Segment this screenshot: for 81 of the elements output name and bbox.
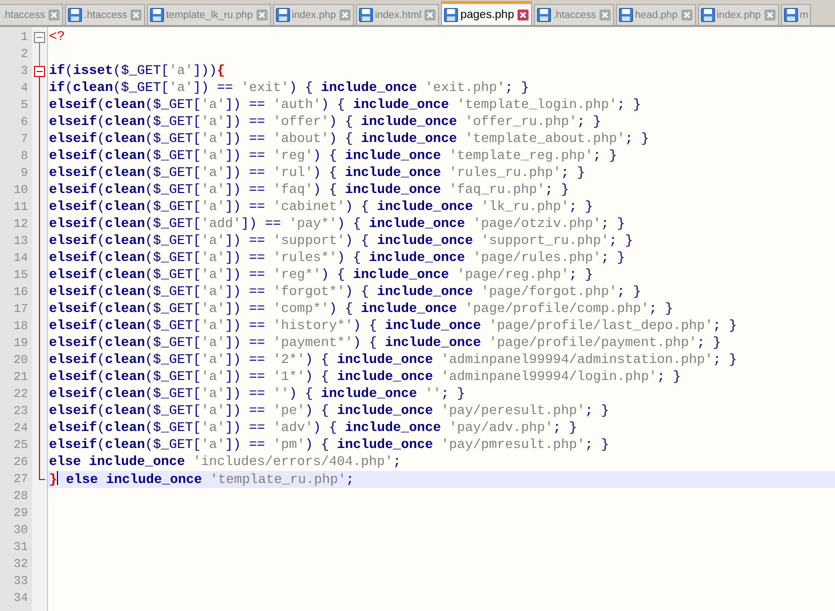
code-line: elseif(clean($_GET['a']) == 'payment*') { include_once 'page/profile/payment.php'; }: [49, 335, 721, 352]
line-number: 18: [14, 318, 29, 335]
collapse-icon[interactable]: [34, 63, 45, 80]
close-icon[interactable]: [338, 9, 351, 21]
code-line: else include_once 'includes/errors/404.php';: [49, 454, 401, 471]
file-tab[interactable]: head.php: [616, 4, 696, 25]
code-line: elseif(clean($_GET['a']) == 'pe') { include_once 'pay/peresult.php'; }: [49, 403, 609, 420]
line-number: 9: [20, 165, 29, 182]
code-line: elseif(clean($_GET['a']) == 'rules*') { include_once 'page/rules.php'; }: [49, 250, 625, 267]
close-icon[interactable]: [424, 9, 436, 21]
line-number: 28: [14, 488, 29, 505]
close-icon[interactable]: [680, 9, 693, 21]
code-line: elseif(clean($_GET['a']) == 'faq') { include_once 'faq_ru.php'; }: [49, 182, 569, 199]
close-icon[interactable]: [599, 9, 612, 21]
line-number: 14: [14, 250, 29, 267]
code-line: elseif(clean($_GET['a']) == 'comp*') { include_once 'page/profile/comp.php'; }: [49, 301, 673, 318]
file-tab[interactable]: pages.php: [441, 1, 532, 25]
code-line: elseif(clean($_GET['a']) == 'auth') { include_once 'template_login.php'; }: [49, 97, 641, 114]
code-line: elseif(clean($_GET['a']) == 'support') { include_once 'support_ru.php'; }: [49, 233, 633, 250]
line-number: 11: [14, 199, 29, 216]
line-number: 10: [14, 182, 29, 199]
line-number: 8: [20, 148, 29, 165]
close-icon[interactable]: [517, 8, 530, 20]
line-number: 16: [14, 284, 29, 301]
code-line: elseif(clean($_GET['a']) == 'reg*') { include_once 'page/reg.php'; }: [49, 267, 593, 284]
file-tab[interactable]: .htaccess: [534, 4, 614, 25]
code-line: elseif(clean($_GET['a']) == 'cabinet') { include_once 'lk_ru.php'; }: [49, 199, 593, 216]
code-line: elseif(clean($_GET['a']) == 'history*') { include_once 'page/profile/last_depo.php'; }: [49, 318, 737, 335]
code-line: elseif(clean($_GET['a']) == 'rul') { include_once 'rules_ru.php'; }: [49, 165, 585, 182]
close-icon[interactable]: [256, 9, 268, 21]
collapse-icon[interactable]: [34, 29, 45, 46]
line-number: 13: [14, 233, 29, 250]
code-line: <?: [49, 29, 65, 46]
line-number: 17: [14, 301, 29, 318]
file-tab[interactable]: m: [780, 4, 812, 25]
line-number: 25: [14, 437, 29, 454]
line-number: 22: [14, 386, 29, 403]
line-number: 15: [14, 267, 29, 284]
line-number: 19: [14, 335, 29, 352]
line-number: 34: [14, 590, 29, 607]
code-line: elseif(clean($_GET['a']) == '') { include_once ''; }: [49, 386, 465, 403]
line-number: 24: [14, 420, 29, 437]
line-number: 32: [14, 556, 29, 573]
line-number: 20: [14, 352, 29, 369]
line-number: 23: [14, 403, 29, 420]
code-line: elseif(clean($_GET['a']) == 'about') { include_once 'template_about.php'; }: [49, 131, 649, 148]
line-number: 26: [14, 454, 29, 471]
line-number: 30: [14, 522, 29, 539]
line-number: 12: [14, 216, 29, 233]
line-number: 5: [20, 97, 29, 114]
file-tab[interactable]: index.html: [356, 4, 440, 25]
code-line: elseif(clean($_GET['a']) == '1*') { include_once 'adminpanel99994/login.php'; }: [49, 369, 681, 386]
code-line: if(isset($_GET['a'])){: [49, 63, 225, 80]
file-tab[interactable]: template_lk_ru.php: [147, 4, 271, 25]
line-number: 6: [20, 114, 29, 131]
line-number: 29: [14, 505, 29, 522]
code-line: elseif(clean($_GET['a']) == 'reg') { include_once 'template_reg.php'; }: [49, 148, 617, 165]
file-tab[interactable]: index.php: [698, 4, 779, 25]
line-number: 1: [20, 29, 29, 46]
line-number: 4: [20, 80, 29, 97]
code-line: elseif(clean($_GET['a']) == '2*') { include_once 'adminpanel99994/adminstation.php'; }: [49, 352, 737, 369]
line-number: 3: [20, 63, 29, 80]
line-number: 27: [14, 471, 29, 488]
file-tab[interactable]: index.php: [272, 4, 354, 25]
code-line: if(clean($_GET['a']) == 'exit') { include_once 'exit.php'; }: [49, 80, 529, 97]
close-icon[interactable]: [764, 9, 776, 21]
code-line: elseif(clean($_GET['a']) == 'pm') { include_once 'pay/pmresult.php'; }: [49, 437, 609, 454]
code-line: } else include_once 'template_ru.php';: [49, 471, 354, 489]
line-number: 7: [20, 131, 29, 148]
code-line: elseif(clean($_GET['a']) == 'offer') { include_once 'offer_ru.php'; }: [49, 114, 601, 131]
close-icon[interactable]: [130, 9, 142, 21]
file-tab[interactable]: .htaccess: [0, 4, 64, 25]
code-line: elseif(clean($_GET['a']) == 'adv') { include_once 'pay/adv.php'; }: [49, 420, 577, 437]
line-number: 2: [20, 46, 29, 63]
line-number: 31: [14, 539, 29, 556]
close-icon[interactable]: [48, 9, 60, 21]
line-number: 33: [14, 573, 29, 590]
code-line: elseif(clean($_GET['a']) == 'forgot*') { include_once 'page/forgot.php'; }: [49, 284, 641, 301]
code-line: elseif(clean($_GET['add']) == 'pay*') { include_once 'page/otziv.php'; }: [49, 216, 625, 233]
line-number: 21: [14, 369, 29, 386]
file-tab[interactable]: .htaccess: [65, 4, 146, 25]
